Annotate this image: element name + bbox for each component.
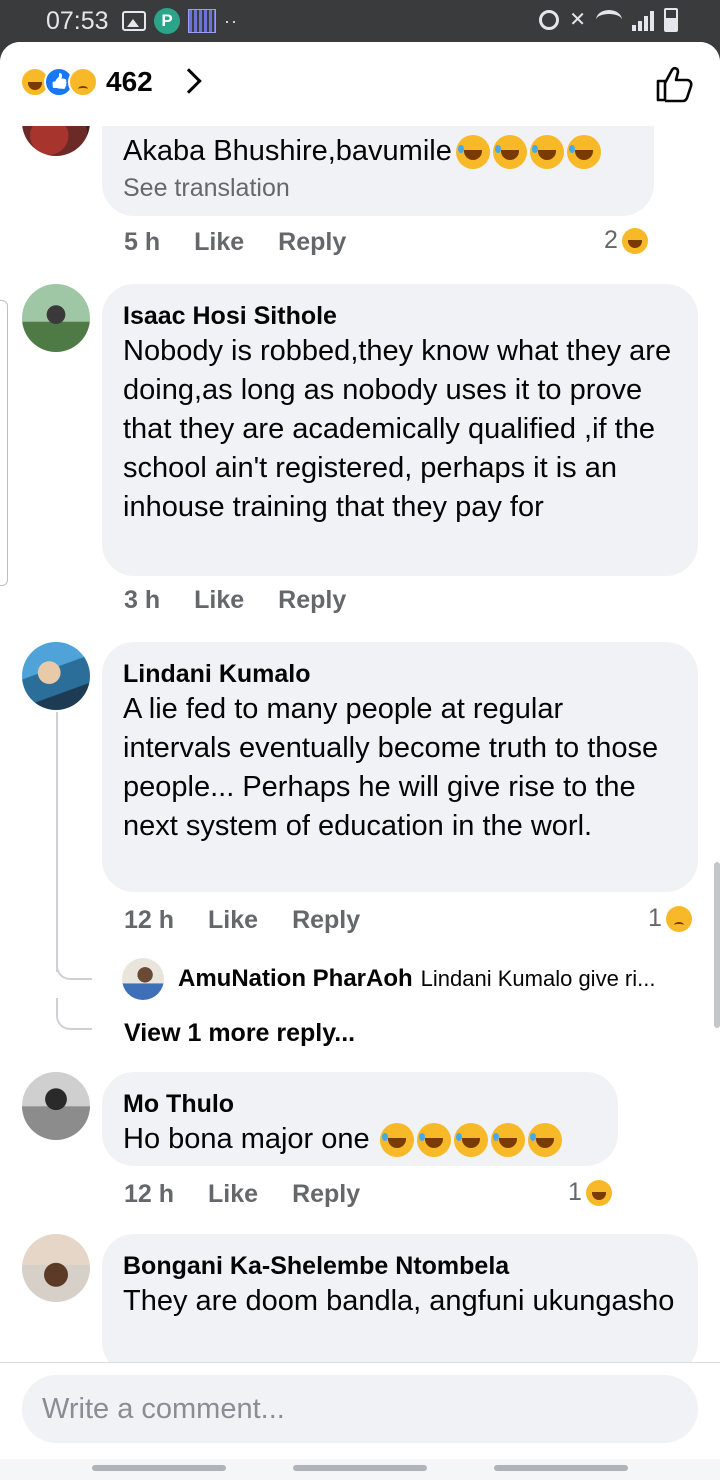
comment-author[interactable]: Isaac Hosi Sithole [123,300,678,332]
chevron-right-icon[interactable] [176,68,202,94]
comment-bubble[interactable]: Mo Thulo Ho bona major one [102,1072,618,1166]
like-button[interactable]: Like [194,228,244,257]
sad-icon [665,905,692,932]
like-button[interactable]: Like [208,1180,258,1209]
reply-author[interactable]: AmuNation PharAoh [178,965,413,993]
thread-line [56,712,58,972]
comment-time[interactable]: 3 h [124,586,160,615]
status-time: 07:53 [46,7,109,35]
reply-button[interactable]: Reply [278,586,346,615]
comments-sheet: Akaba Bhushire,bavumile See translation … [0,42,720,1480]
wifi-icon [596,10,622,30]
haha-icon [621,227,648,254]
avatar[interactable] [22,1072,90,1140]
comment-text: Ho bona major one [123,1120,598,1159]
signal-icon [632,9,654,31]
reactions-summary[interactable]: 462 [20,66,153,98]
system-icons: ✕ [539,8,678,32]
comment-text: They are doom bandla, angfuni ukungasho [123,1285,675,1317]
edge-indicator [0,300,8,586]
comment-input[interactable] [22,1375,698,1443]
like-icon[interactable] [654,64,694,104]
reply-snippet: Lindani Kumalo give ri... [420,966,656,991]
like-button[interactable]: Like [194,586,244,615]
comment-actions: 5 h Like Reply [124,228,346,257]
reactions-header: 462 [0,42,720,126]
gesture-bar [0,1459,720,1480]
battery-icon [664,8,678,32]
reply-button[interactable]: Reply [292,906,360,935]
nav-pill[interactable] [494,1465,628,1471]
thread-branch [56,948,92,980]
reaction-total: 462 [106,66,153,97]
avatar[interactable] [22,1234,90,1302]
reaction-count[interactable]: 1 [568,1178,612,1207]
gallery-icon [122,11,146,31]
comment-author[interactable]: Lindani Kumalo [123,658,678,690]
comment-composer [0,1362,720,1480]
comment-actions: 3 h Like Reply [124,586,346,615]
status-bar: 07:53 P ·· ✕ [0,0,720,42]
like-button[interactable]: Like [208,906,258,935]
comment-actions: 12 h Like Reply [124,906,360,935]
scrollbar[interactable] [714,862,720,1028]
comment-time[interactable]: 12 h [124,1180,174,1209]
thread-branch [56,998,92,1030]
app-grid-icon [188,9,216,33]
comment-author[interactable]: Mo Thulo [123,1088,598,1120]
nav-pill[interactable] [293,1465,427,1471]
avatar[interactable] [22,642,90,710]
comment-text: Nobody is robbed,they know what they are… [123,335,672,523]
comment-bubble[interactable]: Bongani Ka-Shelembe Ntombela They are do… [102,1234,698,1374]
comment-time[interactable]: 12 h [124,906,174,935]
reply-button[interactable]: Reply [278,228,346,257]
laugh-emoji-icon [455,135,601,170]
haha-icon [585,1179,612,1206]
reply-preview[interactable]: AmuNation PharAoh Lindani Kumalo give ri… [122,958,655,1000]
comment-time[interactable]: 5 h [124,228,160,257]
comment-author[interactable]: Bongani Ka-Shelembe Ntombela [123,1250,678,1282]
comment-bubble[interactable]: Lindani Kumalo A lie fed to many people … [102,642,698,892]
comment-bubble[interactable]: Isaac Hosi Sithole Nobody is robbed,they… [102,284,698,576]
more-notifications-icon: ·· [224,10,238,31]
notification-icons: P ·· [122,8,238,34]
alarm-icon [539,10,560,30]
mute-icon: ✕ [569,9,586,31]
see-translation-link[interactable]: See translation [123,171,634,205]
comment-text: A lie fed to many people at regular inte… [123,693,659,842]
nav-pill[interactable] [92,1465,226,1471]
comment-list[interactable]: Akaba Bhushire,bavumile See translation … [0,42,720,1374]
laugh-emoji-icon [379,1123,562,1158]
reply-button[interactable]: Reply [292,1180,360,1209]
reaction-count[interactable]: 1 [648,904,692,933]
view-more-replies-link[interactable]: View 1 more reply... [124,1019,355,1048]
app-p-icon: P [154,8,180,34]
comment-text: Akaba Bhushire,bavumile [123,132,634,171]
avatar[interactable] [122,958,164,1000]
reaction-count[interactable]: 2 [604,226,648,255]
sad-icon [68,67,98,97]
comment-actions: 12 h Like Reply [124,1180,360,1209]
avatar[interactable] [22,284,90,352]
